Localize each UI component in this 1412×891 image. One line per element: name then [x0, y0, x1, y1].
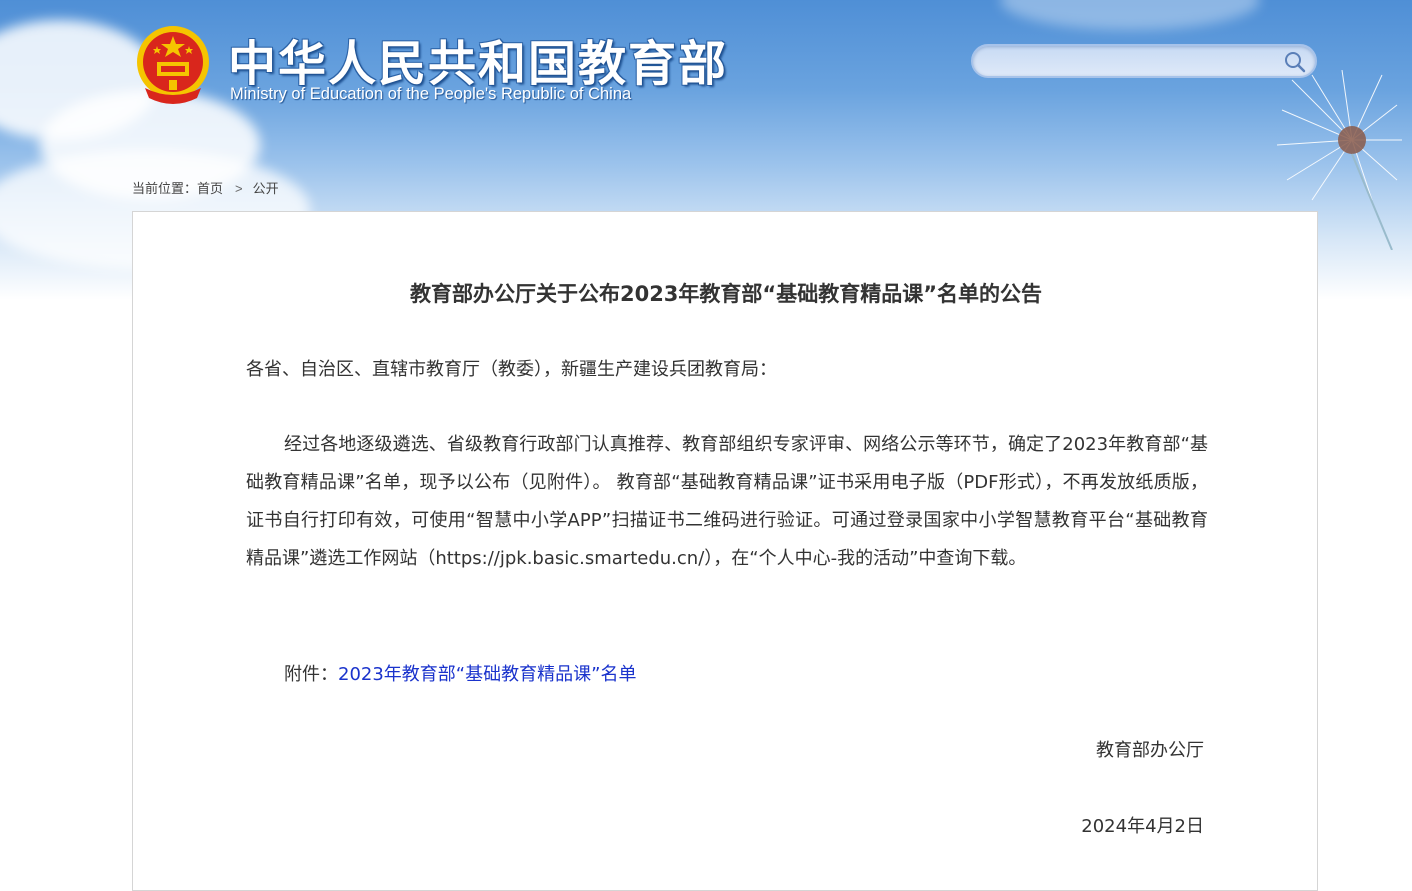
- breadcrumb-public-link[interactable]: 公开: [253, 181, 279, 196]
- attachment-link[interactable]: 2023年教育部“基础教育精品课”名单: [338, 664, 636, 685]
- attachment-label: 附件：: [284, 664, 338, 685]
- breadcrumb-home-link[interactable]: 首页: [197, 181, 223, 196]
- article-signature: 教育部办公厅: [1096, 740, 1204, 761]
- site-title[interactable]: 中华人民共和国教育部: [228, 24, 728, 94]
- article-paragraph: 经过各地逐级遴选、省级教育行政部门认真推荐、教育部组织专家评审、网络公示等环节，…: [246, 434, 1208, 569]
- cloud-decoration: [1000, 0, 1260, 30]
- article-attachment: 附件：2023年教育部“基础教育精品课”名单: [246, 660, 1208, 686]
- article-title: 教育部办公厅关于公布2023年教育部“基础教育精品课”名单的公告: [409, 282, 1043, 306]
- site-subtitle-english: Ministry of Education of the People's Re…: [230, 85, 632, 103]
- search-input[interactable]: [987, 50, 1281, 74]
- breadcrumb: 当前位置：首页 > 公开: [132, 178, 279, 197]
- chevron-right-icon: >: [235, 181, 243, 196]
- article-date: 2024年4月2日: [1081, 816, 1204, 837]
- search-icon[interactable]: [1283, 50, 1307, 74]
- search-box: [971, 44, 1317, 78]
- breadcrumb-label: 当前位置：: [132, 181, 198, 196]
- article-salutation: 各省、自治区、直辖市教育厅（教委），新疆生产建设兵团教育局：: [246, 359, 777, 380]
- article-container: 教育部办公厅关于公布2023年教育部“基础教育精品课”名单的公告 各省、自治区、…: [132, 211, 1318, 891]
- national-emblem-icon: [137, 26, 209, 104]
